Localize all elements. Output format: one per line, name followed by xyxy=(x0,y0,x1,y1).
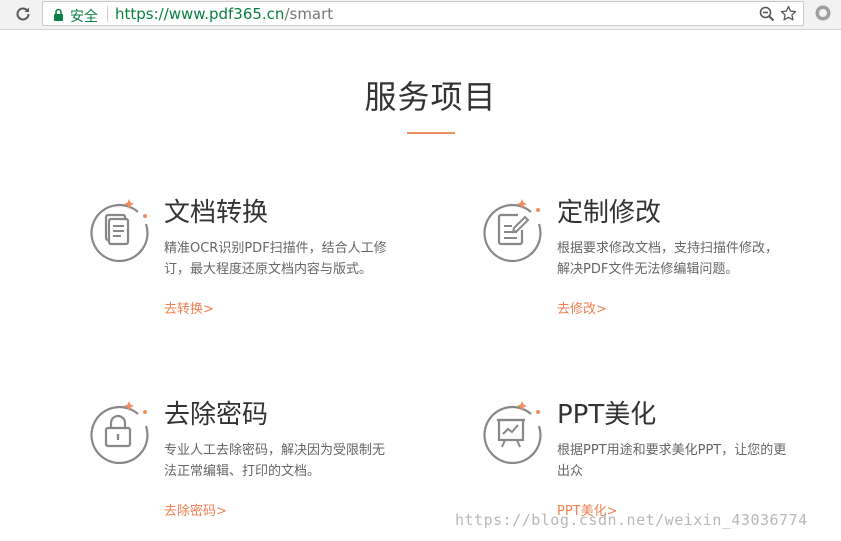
lock-icon xyxy=(88,400,152,465)
lock-icon xyxy=(53,7,64,26)
go-modify-link[interactable]: 去修改> xyxy=(557,298,607,317)
service-title: 定制修改 xyxy=(557,198,662,228)
url-host: https://www.pdf365.cn xyxy=(115,5,285,23)
service-description: 精准OCR识别PDF扫描件，结合人工修订，最大程度还原文档内容与版式。 xyxy=(164,241,387,277)
edit-document-icon xyxy=(481,198,545,263)
bookmark-star-icon[interactable] xyxy=(780,5,797,26)
service-card-modify: 定制修改 根据要求修改文档，支持扫描件修改，解决PDF文件无法修编辑问题。 去修… xyxy=(481,198,801,338)
browser-toolbar: 安全 https://www.pdf365.cn/smart xyxy=(0,0,841,30)
title-underline xyxy=(407,132,455,134)
go-remove-password-link[interactable]: 去除密码> xyxy=(164,500,227,519)
service-card-convert: 文档转换 精准OCR识别PDF扫描件，结合人工修订，最大程度还原文档内容与版式。… xyxy=(88,198,408,338)
service-description: 根据PPT用途和要求美化PPT，让您的更出众 xyxy=(557,443,787,479)
service-title: 去除密码 xyxy=(164,400,269,430)
url-path: /smart xyxy=(284,5,334,23)
document-icon xyxy=(88,198,152,263)
page-title: 服务项目 xyxy=(364,78,497,116)
secure-label: 安全 xyxy=(70,9,98,25)
service-title: 文档转换 xyxy=(164,198,269,228)
presentation-icon xyxy=(481,400,545,465)
address-bar[interactable]: 安全 https://www.pdf365.cn/smart xyxy=(42,1,804,26)
url-text[interactable]: https://www.pdf365.cn/smart xyxy=(115,5,333,23)
service-title: PPT美化 xyxy=(557,400,657,430)
watermark-text: https://blog.csdn.net/weixin_43036774 xyxy=(455,511,808,529)
reload-icon[interactable] xyxy=(12,3,34,25)
service-card-password: 去除密码 专业人工去除密码，解决因为受限制无法正常编辑、打印的文档。 去除密码> xyxy=(88,400,408,540)
extension-icon[interactable] xyxy=(814,4,832,26)
service-description: 根据要求修改文档，支持扫描件修改，解决PDF文件无法修编辑问题。 xyxy=(557,241,779,277)
go-convert-link[interactable]: 去转换> xyxy=(164,298,214,317)
zoom-icon[interactable] xyxy=(759,6,775,26)
address-separator xyxy=(107,6,108,22)
service-description: 专业人工去除密码，解决因为受限制无法正常编辑、打印的文档。 xyxy=(164,443,386,479)
